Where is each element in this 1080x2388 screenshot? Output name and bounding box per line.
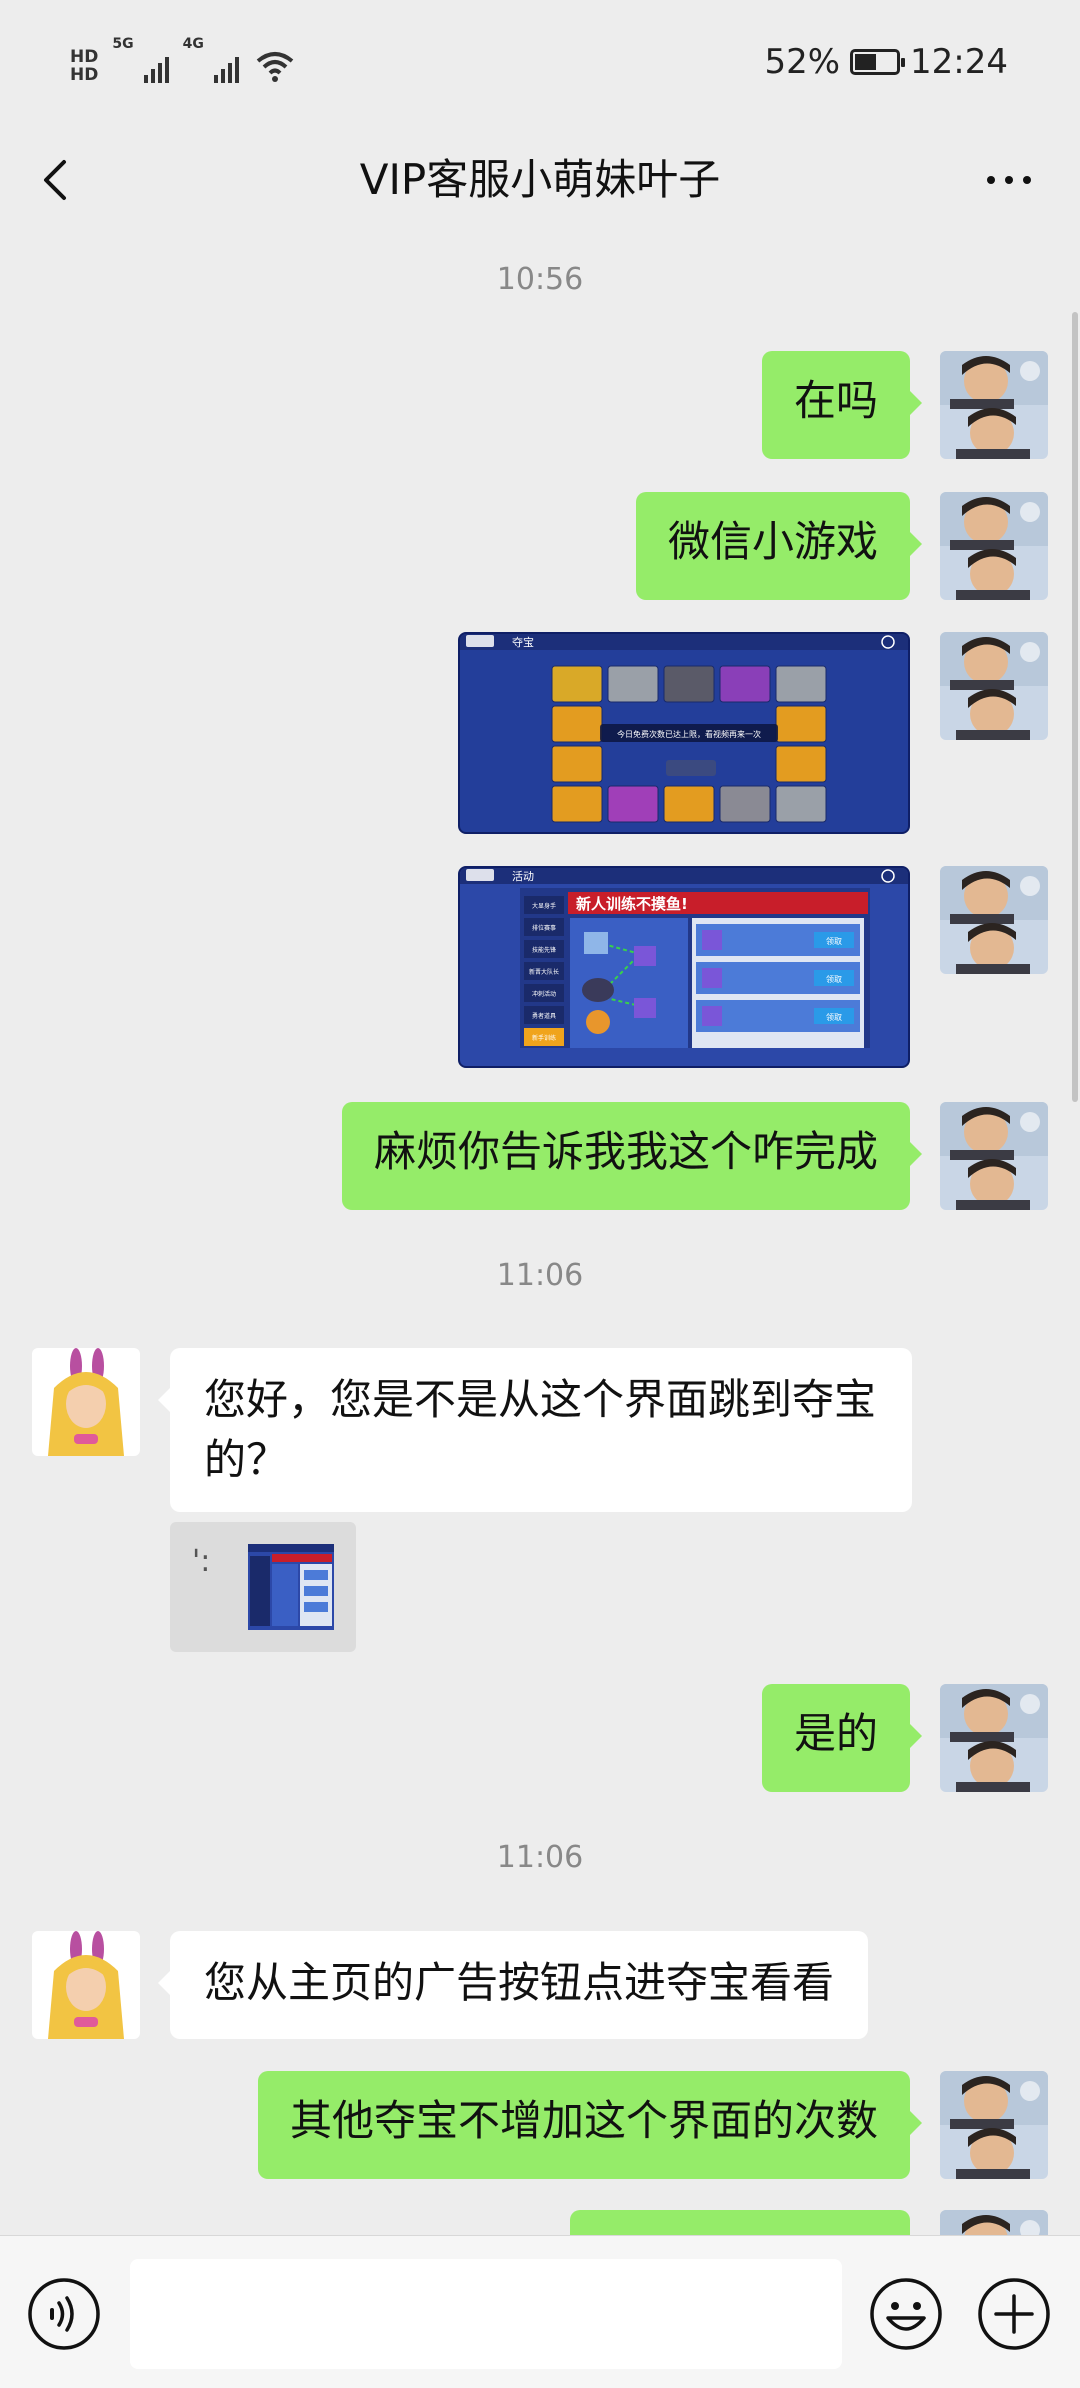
- signal-icon: [213, 49, 239, 83]
- network-label-2: 4G: [182, 36, 204, 52]
- nav-bar: VIP客服小萌妹叶子: [0, 130, 1080, 230]
- status-bar: HD HD 5G 4G 52% 12:24: [0, 0, 1080, 130]
- svg-text:技能先锋: 技能先锋: [532, 946, 556, 954]
- svg-text:领取: 领取: [826, 936, 842, 946]
- my-message-partial[interactable]: [570, 2210, 910, 2235]
- wifi-icon: [256, 52, 294, 82]
- my-avatar[interactable]: [940, 632, 1048, 740]
- contact-avatar[interactable]: [32, 1348, 140, 1456]
- my-avatar[interactable]: [940, 1684, 1048, 1792]
- my-avatar[interactable]: [940, 2210, 1048, 2235]
- contact-message[interactable]: 您从主页的广告按钮点进夺宝看看: [157, 1931, 869, 2039]
- quoted-message[interactable]: ':: [170, 1522, 356, 1652]
- svg-text:新晋大队长: 新晋大队长: [529, 968, 559, 976]
- image-message[interactable]: 活动 大显身手排位赛事技能先锋新晋大队长冲刺活动勇者道具新手训练 新人训练不摸鱼…: [458, 866, 910, 1068]
- network-label-1: 5G: [112, 36, 134, 52]
- hd-label-1: HD: [70, 47, 99, 67]
- chat-title: VIP客服小萌妹叶子: [359, 155, 721, 204]
- my-message[interactable]: 其他夺宝不增加这个界面的次数: [257, 2071, 923, 2179]
- signal-icon: [143, 49, 169, 83]
- status-left: HD HD 5G 4G: [70, 36, 295, 96]
- my-avatar[interactable]: [940, 1102, 1048, 1210]
- screen1-popup: 今日免费次数已达上限，看视频再来一次: [617, 729, 761, 739]
- screen2-banner: 新人训练不摸鱼!: [576, 895, 688, 913]
- hd-indicator: HD HD: [70, 48, 98, 84]
- game-screenshot-training: 活动 大显身手排位赛事技能先锋新晋大队长冲刺活动勇者道具新手训练 新人训练不摸鱼…: [460, 868, 908, 1048]
- battery-icon: [850, 49, 906, 75]
- screen1-tab: 夺宝: [512, 635, 534, 649]
- svg-text:领取: 领取: [826, 974, 842, 984]
- svg-text:大显身手: 大显身手: [532, 902, 556, 910]
- message-input[interactable]: [130, 2259, 842, 2369]
- my-message[interactable]: 是的: [761, 1684, 923, 1792]
- my-message[interactable]: 在吗: [761, 351, 923, 459]
- image-message[interactable]: 夺宝 今日免费次数已达上限，看视频再来一次: [458, 632, 910, 834]
- more-dots-icon[interactable]: [974, 150, 1044, 210]
- contact-avatar[interactable]: [32, 1931, 140, 2039]
- svg-text:领取: 领取: [826, 1012, 842, 1022]
- svg-text:冲刺活动: 冲刺活动: [532, 990, 556, 998]
- my-avatar[interactable]: [940, 2071, 1048, 2179]
- game-screenshot-treasure: 夺宝 今日免费次数已达上限，看视频再来一次: [460, 634, 908, 823]
- timestamp: 11:06: [496, 1258, 584, 1293]
- input-bar: [0, 2235, 1080, 2388]
- clock: 12:24: [910, 42, 1008, 82]
- status-right: 52% 12:24: [764, 42, 1008, 82]
- svg-text:排位赛事: 排位赛事: [532, 924, 556, 932]
- timestamp: 11:06: [496, 1840, 584, 1875]
- my-avatar[interactable]: [940, 866, 1048, 974]
- emoji-icon[interactable]: [868, 2276, 944, 2352]
- battery-percent: 52%: [764, 42, 841, 82]
- quoted-image-thumbnail: [248, 1544, 334, 1630]
- timestamp: 10:56: [496, 262, 584, 297]
- chat-area[interactable]: 10:56 在吗 微信小游戏 夺宝 今日免费次数已达上限，看视频再来一次 活动 …: [0, 230, 1080, 2235]
- quote-prefix: ':: [192, 1544, 211, 1579]
- plus-icon[interactable]: [976, 2276, 1052, 2352]
- voice-icon[interactable]: [26, 2276, 102, 2352]
- my-message[interactable]: 微信小游戏: [635, 492, 923, 600]
- chevron-left-icon[interactable]: [30, 150, 90, 210]
- contact-message[interactable]: 您好，您是不是从这个界面跳到夺宝的？: [158, 1348, 912, 1512]
- scrollbar[interactable]: [1072, 312, 1078, 1102]
- screen2-tab: 活动: [512, 870, 534, 883]
- my-avatar[interactable]: [940, 351, 1048, 459]
- my-message[interactable]: 麻烦你告诉我我这个咋完成: [341, 1102, 923, 1210]
- svg-text:新手训练: 新手训练: [532, 1034, 556, 1042]
- my-avatar[interactable]: [940, 492, 1048, 600]
- svg-text:勇者道具: 勇者道具: [532, 1012, 556, 1020]
- hd-label-2: HD: [70, 65, 99, 85]
- battery-level: [855, 54, 877, 70]
